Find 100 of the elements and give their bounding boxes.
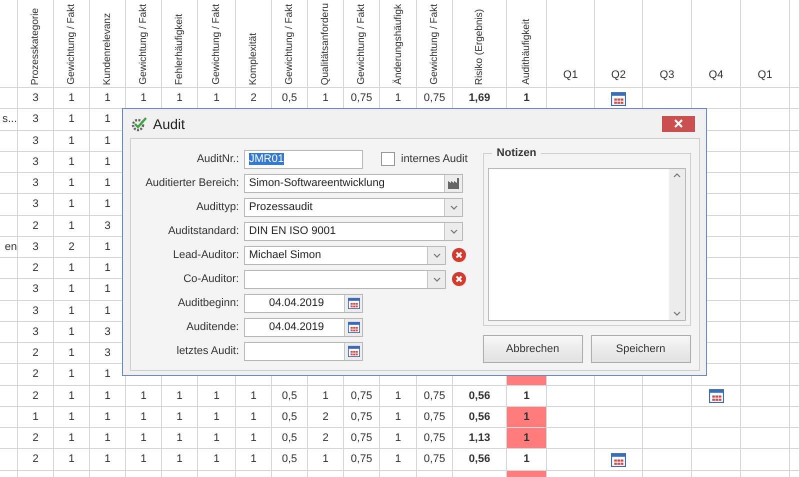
table-cell — [0, 428, 18, 450]
field-label: AuditNr.: — [196, 153, 239, 165]
table-cell: 1 — [236, 386, 272, 407]
picker-field[interactable]: Simon-Softwareentwicklung — [244, 174, 463, 192]
calendar-icon[interactable] — [348, 297, 360, 309]
field-label: Auditstandard: — [167, 225, 239, 237]
calendar-icon[interactable] — [348, 321, 360, 333]
table-cell — [0, 130, 18, 152]
cancel-button[interactable]: Abbrechen — [482, 335, 583, 363]
table-cell: 0,75 — [417, 428, 453, 450]
table-cell — [790, 130, 800, 152]
notes-field[interactable] — [488, 168, 686, 321]
table-cell — [0, 322, 18, 343]
group-title: Notizen — [492, 147, 542, 159]
table-cell: 1 — [54, 130, 90, 152]
field-label: Auditende: — [185, 321, 239, 333]
table-cell — [790, 152, 800, 173]
table-cell: 2 — [18, 364, 54, 386]
table-cell — [0, 406, 18, 428]
table-cell: 3 — [18, 109, 54, 130]
date-field[interactable] — [244, 342, 363, 360]
table-cell: 1 — [54, 300, 90, 322]
table-cell — [741, 322, 790, 343]
table-cell: 1 — [236, 406, 272, 428]
table-cell — [790, 216, 800, 237]
clear-icon[interactable] — [452, 272, 466, 286]
clear-icon[interactable] — [452, 248, 466, 262]
table-cell: 0,75 — [417, 406, 453, 428]
table-cell: 3 — [18, 322, 54, 343]
table-cell — [790, 428, 800, 450]
dropdown[interactable]: Michael Simon — [244, 246, 446, 264]
scroll-bar[interactable] — [668, 169, 685, 320]
table-cell: 1 — [54, 88, 90, 110]
chevron-down-icon — [432, 252, 440, 258]
table-cell: 0,5 — [272, 386, 308, 407]
gear-check-icon — [131, 116, 148, 132]
dropdown[interactable]: Prozessaudit — [244, 198, 463, 216]
table-cell: 1 — [162, 428, 198, 450]
table-cell: 1 — [162, 406, 198, 428]
table-cell: 1 — [198, 386, 236, 407]
table-cell: 2 — [308, 406, 344, 428]
calendar-icon[interactable] — [611, 90, 626, 106]
checkbox[interactable] — [381, 152, 395, 166]
date-field[interactable]: 04.04.2019 — [244, 294, 363, 312]
table-cell — [741, 109, 790, 130]
table-cell — [790, 236, 800, 258]
table-cell: 0,75 — [344, 449, 380, 470]
table-cell: 0,75 — [344, 428, 380, 450]
table-cell — [0, 173, 18, 194]
table-cell: 1 — [90, 406, 126, 428]
field-label: Co-Auditor: — [182, 273, 239, 285]
table-cell — [790, 364, 800, 386]
table-cell: 3 — [18, 173, 54, 194]
table-cell — [0, 279, 18, 300]
table-cell: 1 — [54, 258, 90, 280]
calendar-icon[interactable] — [348, 345, 360, 357]
table-cell — [0, 300, 18, 322]
table-cell: 1,13 — [453, 428, 507, 450]
table-cell: 3 — [18, 130, 54, 152]
field-label: Audittyp: — [195, 201, 239, 213]
table-cell: 1 — [90, 449, 126, 470]
table-cell: 2 — [18, 343, 54, 364]
table-cell: 1 — [162, 449, 198, 470]
table-cell — [790, 449, 800, 470]
table-cell: 3 — [18, 300, 54, 322]
dropdown[interactable]: DIN EN ISO 9001 — [244, 222, 463, 240]
table-cell: 3 — [18, 152, 54, 173]
table-cell: 0,75 — [344, 406, 380, 428]
table-cell — [0, 194, 18, 216]
table-cell — [0, 258, 18, 280]
close-button[interactable] — [662, 116, 695, 132]
table-cell — [790, 322, 800, 343]
table-cell — [790, 300, 800, 322]
table-cell: 2 — [18, 428, 54, 450]
field-label: Auditbeginn: — [176, 297, 239, 309]
table-cell: 0,5 — [272, 449, 308, 470]
table-cell: 1 — [54, 428, 90, 450]
table-cell — [790, 279, 800, 300]
save-button[interactable]: Speichern — [590, 335, 691, 363]
table-cell: 0,56 — [453, 449, 507, 470]
factory-icon — [448, 178, 460, 188]
table-cell: 1 — [126, 406, 162, 428]
calendar-icon[interactable] — [611, 452, 626, 467]
checkbox-label: internes Audit — [401, 153, 468, 165]
table-cell: 3 — [18, 194, 54, 216]
table-cell: en — [0, 236, 18, 258]
table-cell: 0,5 — [272, 406, 308, 428]
date-field[interactable]: 04.04.2019 — [244, 318, 363, 336]
close-icon — [674, 119, 683, 128]
table-cell: 2 — [18, 258, 54, 280]
table-cell — [0, 343, 18, 364]
input-field[interactable]: JMR01 — [244, 150, 363, 168]
table-cell: 1 — [54, 173, 90, 194]
table-cell: 1 — [54, 152, 90, 173]
table-cell: 0,5 — [272, 428, 308, 450]
table-cell — [790, 406, 800, 428]
table-cell — [0, 386, 18, 407]
table-cell: 2 — [18, 386, 54, 407]
calendar-icon[interactable] — [708, 388, 724, 404]
table-cell: 1 — [54, 216, 90, 237]
